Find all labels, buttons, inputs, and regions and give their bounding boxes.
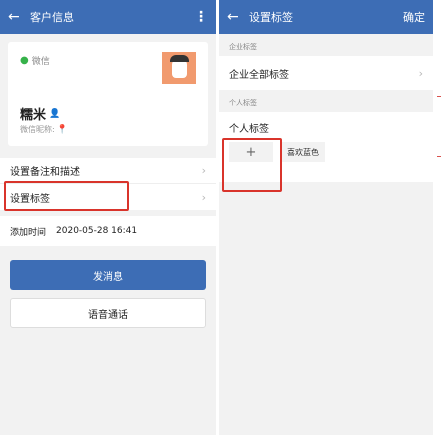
wechat-icon: ● [20,55,29,66]
back-arrow-icon[interactable]: ← [8,9,30,25]
customer-info-screen: ← 客户信息 ⋮ ● 微信 糯米 👤 微信昵称: 📍 设置备注和描述 › 设置标… [0,0,216,435]
enterprise-all-tags-label: 企业全部标签 [229,69,289,81]
page-title: 设置标签 [249,11,293,24]
edge-strip [433,0,442,435]
chevron-right-icon: › [201,164,206,177]
edge-tick [437,96,441,97]
personal-tags-section: 个人标签 [229,99,257,107]
set-tags-row[interactable]: 设置标签 › [0,184,216,210]
avatar-hat [170,55,189,62]
confirm-button[interactable]: 确定 [403,9,425,25]
tag-chip[interactable]: 喜欢蓝色 [281,142,325,162]
set-tags-label: 设置标签 [10,193,50,205]
add-tag-button[interactable]: + [229,142,273,162]
source-badge: ● 微信 [20,54,50,67]
chevron-right-icon: › [418,66,423,80]
edge-tick [437,156,441,157]
enterprise-tags-section: 企业标签 [229,43,257,51]
send-message-button[interactable]: 发消息 [10,260,206,290]
pin-icon: 📍 [56,124,68,135]
back-arrow-icon[interactable]: ← [227,9,249,25]
voice-call-button[interactable]: 语音通话 [10,298,206,328]
set-remark-label: 设置备注和描述 [10,167,80,178]
set-tags-header: ← 设置标签 确定 [219,0,433,34]
enterprise-all-tags-row[interactable]: 企业全部标签 › [219,56,433,90]
more-vertical-icon[interactable]: ⋮ [194,9,208,25]
customer-name: 糯米 👤 [20,104,60,123]
customer-name-text: 糯米 [20,108,47,123]
source-label: 微信 [31,57,50,67]
set-remark-row[interactable]: 设置备注和描述 › [0,158,216,184]
set-tags-screen: ← 设置标签 确定 企业标签 企业全部标签 › 个人标签 个人标签 + 喜欢蓝色 [219,0,433,435]
customer-profile-card: ● 微信 糯米 👤 微信昵称: 📍 [8,42,208,146]
personal-tags-panel: 个人标签 + 喜欢蓝色 [219,112,433,182]
page-title: 客户信息 [30,11,74,24]
person-icon: 👤 [49,108,61,119]
personal-tags-title: 个人标签 [229,124,269,135]
add-time-value: 2020-05-28 16:41 [56,226,138,236]
nickname-label: 微信昵称: [20,125,55,134]
nickname-line: 微信昵称: 📍 [20,124,68,135]
add-time-row: 添加时间 2020-05-28 16:41 [0,216,216,246]
add-time-label: 添加时间 [10,227,47,238]
avatar [162,52,196,84]
chevron-right-icon: › [201,190,206,204]
customer-info-header: ← 客户信息 ⋮ [0,0,216,34]
